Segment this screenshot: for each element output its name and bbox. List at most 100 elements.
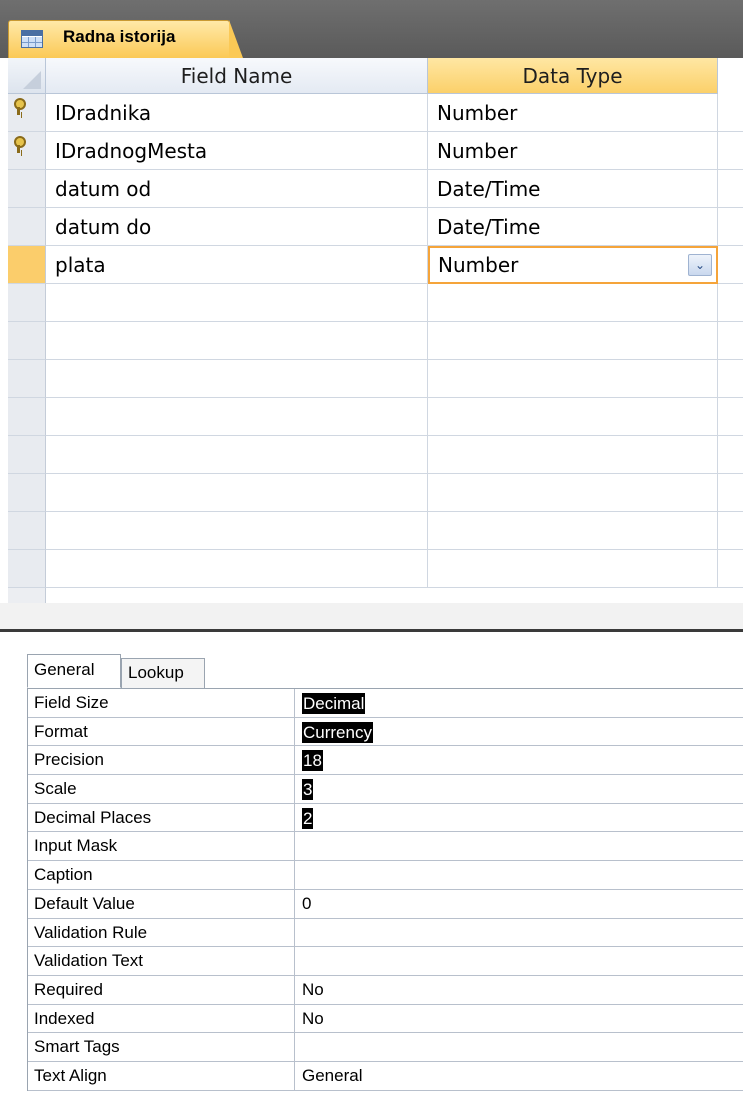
- data-type-cell[interactable]: Date/Time: [428, 170, 718, 208]
- document-tab-radna-istorija[interactable]: Radna istorija: [8, 20, 243, 58]
- table-row[interactable]: datum od Date/Time: [8, 170, 743, 208]
- data-type-cell[interactable]: [428, 284, 718, 322]
- property-row[interactable]: Text Align General: [28, 1061, 743, 1091]
- row-selector[interactable]: [8, 550, 46, 588]
- description-cell[interactable]: [718, 208, 743, 246]
- data-type-cell[interactable]: [428, 398, 718, 436]
- field-name-cell[interactable]: [46, 474, 428, 512]
- data-type-cell[interactable]: Date/Time: [428, 208, 718, 246]
- property-row[interactable]: Caption: [28, 861, 743, 890]
- data-type-cell[interactable]: [428, 322, 718, 360]
- property-value[interactable]: No: [302, 976, 324, 1004]
- data-type-cell[interactable]: [428, 512, 718, 550]
- property-name: Format: [28, 717, 295, 746]
- property-row[interactable]: Precision 18: [28, 746, 743, 776]
- field-name-cell[interactable]: [46, 360, 428, 398]
- description-cell[interactable]: [718, 474, 743, 512]
- description-cell[interactable]: [718, 284, 743, 322]
- property-value[interactable]: 18: [302, 750, 323, 772]
- property-row[interactable]: Scale 3: [28, 775, 743, 804]
- property-row[interactable]: Field Size Decimal: [28, 689, 743, 718]
- field-name-cell[interactable]: [46, 512, 428, 550]
- data-type-cell[interactable]: [428, 360, 718, 398]
- row-selector[interactable]: [8, 246, 46, 284]
- table-row[interactable]: datum do Date/Time: [8, 208, 743, 246]
- primary-key-icon: [12, 136, 26, 153]
- description-cell[interactable]: [718, 322, 743, 360]
- data-type-cell[interactable]: [428, 550, 718, 588]
- table-row[interactable]: [8, 474, 743, 512]
- property-name: Required: [28, 975, 295, 1004]
- column-header-data-type[interactable]: Data Type: [428, 58, 718, 94]
- description-cell[interactable]: [718, 436, 743, 474]
- row-selector[interactable]: [8, 208, 46, 246]
- property-value[interactable]: 3: [302, 779, 314, 801]
- data-type-cell[interactable]: Number: [428, 94, 718, 132]
- row-selector[interactable]: [8, 170, 46, 208]
- property-row[interactable]: Input Mask: [28, 832, 743, 862]
- property-value[interactable]: Currency: [302, 721, 373, 743]
- description-cell[interactable]: [718, 512, 743, 550]
- data-type-cell[interactable]: [428, 474, 718, 512]
- table-row[interactable]: [8, 398, 743, 436]
- field-name-cell[interactable]: IDradnika: [46, 94, 428, 132]
- description-cell[interactable]: [718, 360, 743, 398]
- description-cell[interactable]: [718, 170, 743, 208]
- description-cell[interactable]: [718, 246, 743, 284]
- field-name-cell[interactable]: [46, 436, 428, 474]
- property-row[interactable]: Validation Text: [28, 947, 743, 976]
- table-row[interactable]: [8, 360, 743, 398]
- field-name-cell[interactable]: plata: [46, 246, 428, 284]
- table-row[interactable]: IDradnogMesta Number: [8, 132, 743, 170]
- property-row[interactable]: Format Currency: [28, 717, 743, 747]
- row-selector[interactable]: [8, 322, 46, 360]
- property-row[interactable]: Decimal Places 2: [28, 803, 743, 833]
- tab-general[interactable]: General: [27, 654, 121, 688]
- data-type-cell[interactable]: Number ⌄: [428, 246, 718, 284]
- row-selector[interactable]: [8, 284, 46, 322]
- data-type-cell[interactable]: Number: [428, 132, 718, 170]
- tab-lookup[interactable]: Lookup: [121, 658, 205, 688]
- row-selector[interactable]: [8, 512, 46, 550]
- property-name: Input Mask: [28, 832, 295, 861]
- property-row[interactable]: Required No: [28, 975, 743, 1005]
- column-header-field-name[interactable]: Field Name: [46, 58, 428, 94]
- field-name-cell[interactable]: [46, 322, 428, 360]
- property-value[interactable]: 2: [302, 807, 314, 829]
- property-value[interactable]: No: [302, 1005, 324, 1033]
- description-cell[interactable]: [718, 94, 743, 132]
- table-row[interactable]: [8, 322, 743, 360]
- row-selector[interactable]: [8, 398, 46, 436]
- field-name-cell[interactable]: [46, 284, 428, 322]
- field-name-cell[interactable]: datum do: [46, 208, 428, 246]
- description-cell[interactable]: [718, 398, 743, 436]
- property-value[interactable]: General: [302, 1062, 362, 1090]
- description-cell[interactable]: [718, 132, 743, 170]
- select-all-corner[interactable]: [8, 58, 46, 94]
- field-name-cell[interactable]: IDradnogMesta: [46, 132, 428, 170]
- field-name-cell[interactable]: datum od: [46, 170, 428, 208]
- property-value[interactable]: Decimal: [302, 693, 366, 714]
- table-row[interactable]: [8, 436, 743, 474]
- table-row[interactable]: IDradnika Number: [8, 94, 743, 132]
- property-row[interactable]: Default Value 0: [28, 889, 743, 919]
- property-row[interactable]: Validation Rule: [28, 918, 743, 948]
- row-selector[interactable]: [8, 474, 46, 512]
- data-type-cell[interactable]: [428, 436, 718, 474]
- field-name-cell[interactable]: [46, 398, 428, 436]
- row-selector[interactable]: [8, 94, 46, 132]
- table-row[interactable]: [8, 512, 743, 550]
- row-selector[interactable]: [8, 436, 46, 474]
- row-selector[interactable]: [8, 132, 46, 170]
- property-row[interactable]: Indexed No: [28, 1004, 743, 1034]
- table-row[interactable]: plata Number ⌄: [8, 246, 743, 284]
- table-row[interactable]: [8, 550, 743, 588]
- row-selector[interactable]: [8, 360, 46, 398]
- table-row[interactable]: [8, 284, 743, 322]
- chevron-down-icon[interactable]: ⌄: [688, 254, 712, 276]
- description-cell[interactable]: [718, 550, 743, 588]
- document-tab-label: Radna istorija: [63, 27, 176, 46]
- field-name-cell[interactable]: [46, 550, 428, 588]
- property-value[interactable]: 0: [302, 890, 311, 918]
- property-row[interactable]: Smart Tags: [28, 1033, 743, 1062]
